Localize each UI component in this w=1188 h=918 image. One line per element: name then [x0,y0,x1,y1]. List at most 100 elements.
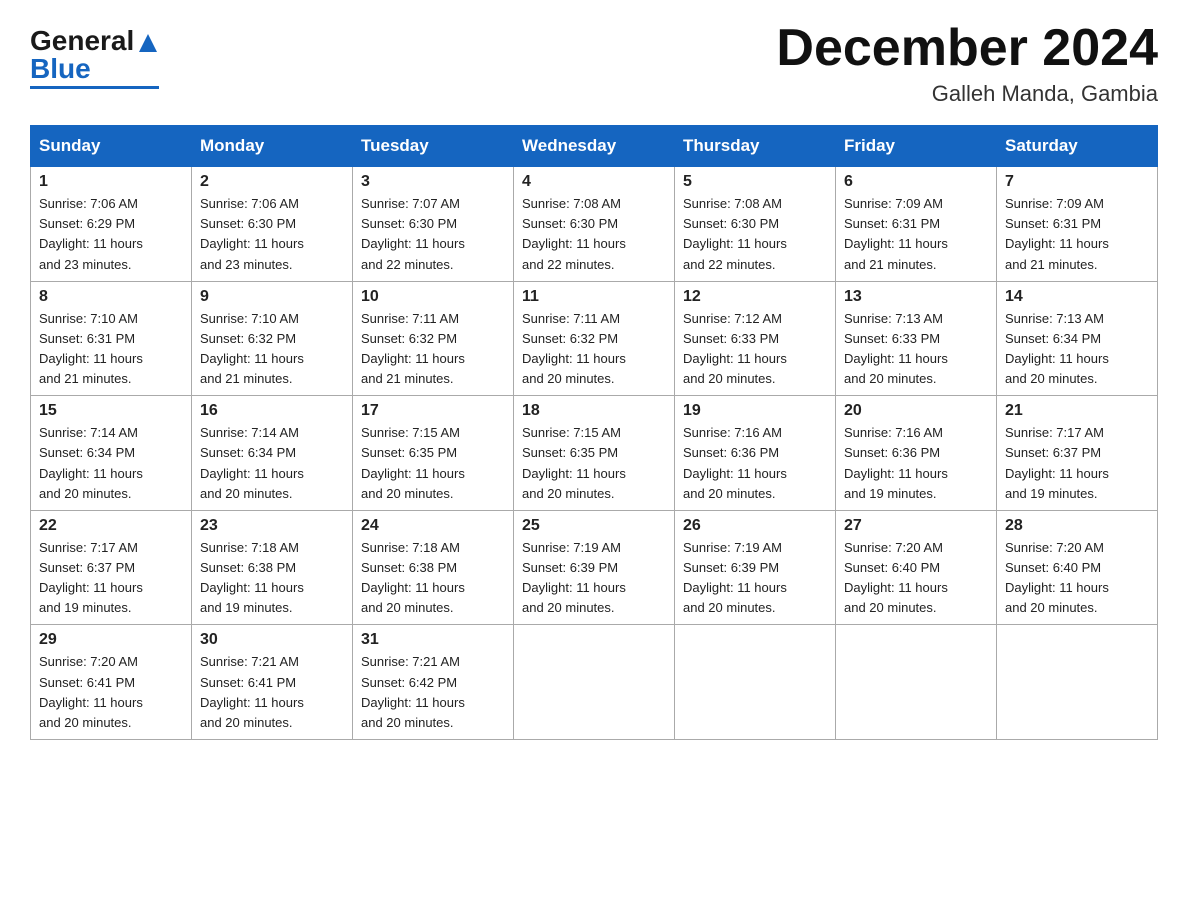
calendar-week-row: 8Sunrise: 7:10 AMSunset: 6:31 PMDaylight… [31,281,1158,396]
calendar-day-cell [997,625,1158,740]
day-number: 28 [1005,517,1149,535]
day-info: Sunrise: 7:20 AMSunset: 6:41 PMDaylight:… [39,652,183,733]
location-title: Galleh Manda, Gambia [776,81,1158,107]
day-number: 13 [844,288,988,306]
calendar-day-cell [514,625,675,740]
col-tuesday: Tuesday [353,126,514,167]
calendar-day-cell: 27 Sunrise: 7:20 AMSunset: 6:40 PMDayligh… [836,510,997,625]
calendar-day-cell: 14 Sunrise: 7:13 AMSunset: 6:34 PMDayligh… [997,281,1158,396]
logo-blue-text: Blue [30,53,91,85]
day-info: Sunrise: 7:13 AMSunset: 6:34 PMDaylight:… [1005,309,1149,390]
day-info: Sunrise: 7:14 AMSunset: 6:34 PMDaylight:… [200,423,344,504]
logo-underline [30,86,159,89]
day-info: Sunrise: 7:08 AMSunset: 6:30 PMDaylight:… [522,194,666,275]
day-info: Sunrise: 7:17 AMSunset: 6:37 PMDaylight:… [39,538,183,619]
calendar-day-cell: 20 Sunrise: 7:16 AMSunset: 6:36 PMDayligh… [836,396,997,511]
calendar-day-cell [836,625,997,740]
col-monday: Monday [192,126,353,167]
calendar-day-cell: 18 Sunrise: 7:15 AMSunset: 6:35 PMDayligh… [514,396,675,511]
day-info: Sunrise: 7:11 AMSunset: 6:32 PMDaylight:… [361,309,505,390]
day-number: 14 [1005,288,1149,306]
day-number: 2 [200,173,344,191]
day-number: 30 [200,631,344,649]
day-info: Sunrise: 7:17 AMSunset: 6:37 PMDaylight:… [1005,423,1149,504]
calendar-day-cell: 12 Sunrise: 7:12 AMSunset: 6:33 PMDayligh… [675,281,836,396]
col-thursday: Thursday [675,126,836,167]
month-title: December 2024 [776,20,1158,77]
calendar-day-cell: 21 Sunrise: 7:17 AMSunset: 6:37 PMDayligh… [997,396,1158,511]
day-info: Sunrise: 7:10 AMSunset: 6:32 PMDaylight:… [200,309,344,390]
calendar-day-cell: 5 Sunrise: 7:08 AMSunset: 6:30 PMDaylight… [675,167,836,282]
day-info: Sunrise: 7:18 AMSunset: 6:38 PMDaylight:… [361,538,505,619]
day-number: 24 [361,517,505,535]
day-number: 18 [522,402,666,420]
day-number: 17 [361,402,505,420]
day-info: Sunrise: 7:19 AMSunset: 6:39 PMDaylight:… [522,538,666,619]
day-info: Sunrise: 7:18 AMSunset: 6:38 PMDaylight:… [200,538,344,619]
calendar-day-cell: 17Sunrise: 7:15 AMSunset: 6:35 PMDayligh… [353,396,514,511]
calendar-day-cell: 22 Sunrise: 7:17 AMSunset: 6:37 PMDayligh… [31,510,192,625]
day-number: 26 [683,517,827,535]
page-header: General Blue December 2024 Galleh Manda,… [30,20,1158,107]
day-info: Sunrise: 7:07 AMSunset: 6:30 PMDaylight:… [361,194,505,275]
calendar-day-cell: 2 Sunrise: 7:06 AMSunset: 6:30 PMDaylight… [192,167,353,282]
day-number: 19 [683,402,827,420]
calendar-day-cell: 23Sunrise: 7:18 AMSunset: 6:38 PMDayligh… [192,510,353,625]
calendar-day-cell: 13 Sunrise: 7:13 AMSunset: 6:33 PMDayligh… [836,281,997,396]
calendar-header-row: Sunday Monday Tuesday Wednesday Thursday… [31,126,1158,167]
title-block: December 2024 Galleh Manda, Gambia [776,20,1158,107]
day-number: 1 [39,173,183,191]
calendar-day-cell: 4 Sunrise: 7:08 AMSunset: 6:30 PMDaylight… [514,167,675,282]
day-info: Sunrise: 7:20 AMSunset: 6:40 PMDaylight:… [844,538,988,619]
day-info: Sunrise: 7:06 AMSunset: 6:29 PMDaylight:… [39,194,183,275]
calendar-day-cell: 9Sunrise: 7:10 AMSunset: 6:32 PMDaylight… [192,281,353,396]
day-number: 5 [683,173,827,191]
col-wednesday: Wednesday [514,126,675,167]
day-info: Sunrise: 7:09 AMSunset: 6:31 PMDaylight:… [1005,194,1149,275]
day-number: 16 [200,402,344,420]
day-number: 25 [522,517,666,535]
day-number: 22 [39,517,183,535]
day-info: Sunrise: 7:19 AMSunset: 6:39 PMDaylight:… [683,538,827,619]
calendar-day-cell: 25 Sunrise: 7:19 AMSunset: 6:39 PMDayligh… [514,510,675,625]
day-info: Sunrise: 7:10 AMSunset: 6:31 PMDaylight:… [39,309,183,390]
day-number: 20 [844,402,988,420]
calendar-day-cell: 24 Sunrise: 7:18 AMSunset: 6:38 PMDayligh… [353,510,514,625]
calendar-day-cell: 8Sunrise: 7:10 AMSunset: 6:31 PMDaylight… [31,281,192,396]
calendar-day-cell: 16 Sunrise: 7:14 AMSunset: 6:34 PMDayligh… [192,396,353,511]
day-info: Sunrise: 7:13 AMSunset: 6:33 PMDaylight:… [844,309,988,390]
calendar-day-cell: 1 Sunrise: 7:06 AMSunset: 6:29 PMDaylight… [31,167,192,282]
day-info: Sunrise: 7:06 AMSunset: 6:30 PMDaylight:… [200,194,344,275]
day-info: Sunrise: 7:09 AMSunset: 6:31 PMDaylight:… [844,194,988,275]
day-number: 10 [361,288,505,306]
calendar-day-cell: 11Sunrise: 7:11 AMSunset: 6:32 PMDayligh… [514,281,675,396]
day-info: Sunrise: 7:08 AMSunset: 6:30 PMDaylight:… [683,194,827,275]
day-number: 15 [39,402,183,420]
calendar-day-cell: 29 Sunrise: 7:20 AMSunset: 6:41 PMDayligh… [31,625,192,740]
calendar-day-cell: 10 Sunrise: 7:11 AMSunset: 6:32 PMDayligh… [353,281,514,396]
logo-flag-icon [137,32,159,54]
col-friday: Friday [836,126,997,167]
day-number: 27 [844,517,988,535]
day-number: 3 [361,173,505,191]
day-info: Sunrise: 7:21 AMSunset: 6:41 PMDaylight:… [200,652,344,733]
calendar-week-row: 1 Sunrise: 7:06 AMSunset: 6:29 PMDaylight… [31,167,1158,282]
calendar-week-row: 15 Sunrise: 7:14 AMSunset: 6:34 PMDayligh… [31,396,1158,511]
calendar-day-cell [675,625,836,740]
calendar-day-cell: 15 Sunrise: 7:14 AMSunset: 6:34 PMDayligh… [31,396,192,511]
calendar-day-cell: 6Sunrise: 7:09 AMSunset: 6:31 PMDaylight… [836,167,997,282]
day-number: 29 [39,631,183,649]
day-info: Sunrise: 7:16 AMSunset: 6:36 PMDaylight:… [683,423,827,504]
day-number: 12 [683,288,827,306]
day-info: Sunrise: 7:14 AMSunset: 6:34 PMDaylight:… [39,423,183,504]
day-number: 4 [522,173,666,191]
calendar-week-row: 29 Sunrise: 7:20 AMSunset: 6:41 PMDayligh… [31,625,1158,740]
day-number: 21 [1005,402,1149,420]
calendar-day-cell: 28Sunrise: 7:20 AMSunset: 6:40 PMDayligh… [997,510,1158,625]
col-saturday: Saturday [997,126,1158,167]
day-info: Sunrise: 7:16 AMSunset: 6:36 PMDaylight:… [844,423,988,504]
day-number: 11 [522,288,666,306]
day-info: Sunrise: 7:12 AMSunset: 6:33 PMDaylight:… [683,309,827,390]
day-info: Sunrise: 7:15 AMSunset: 6:35 PMDaylight:… [522,423,666,504]
calendar-day-cell: 31Sunrise: 7:21 AMSunset: 6:42 PMDayligh… [353,625,514,740]
